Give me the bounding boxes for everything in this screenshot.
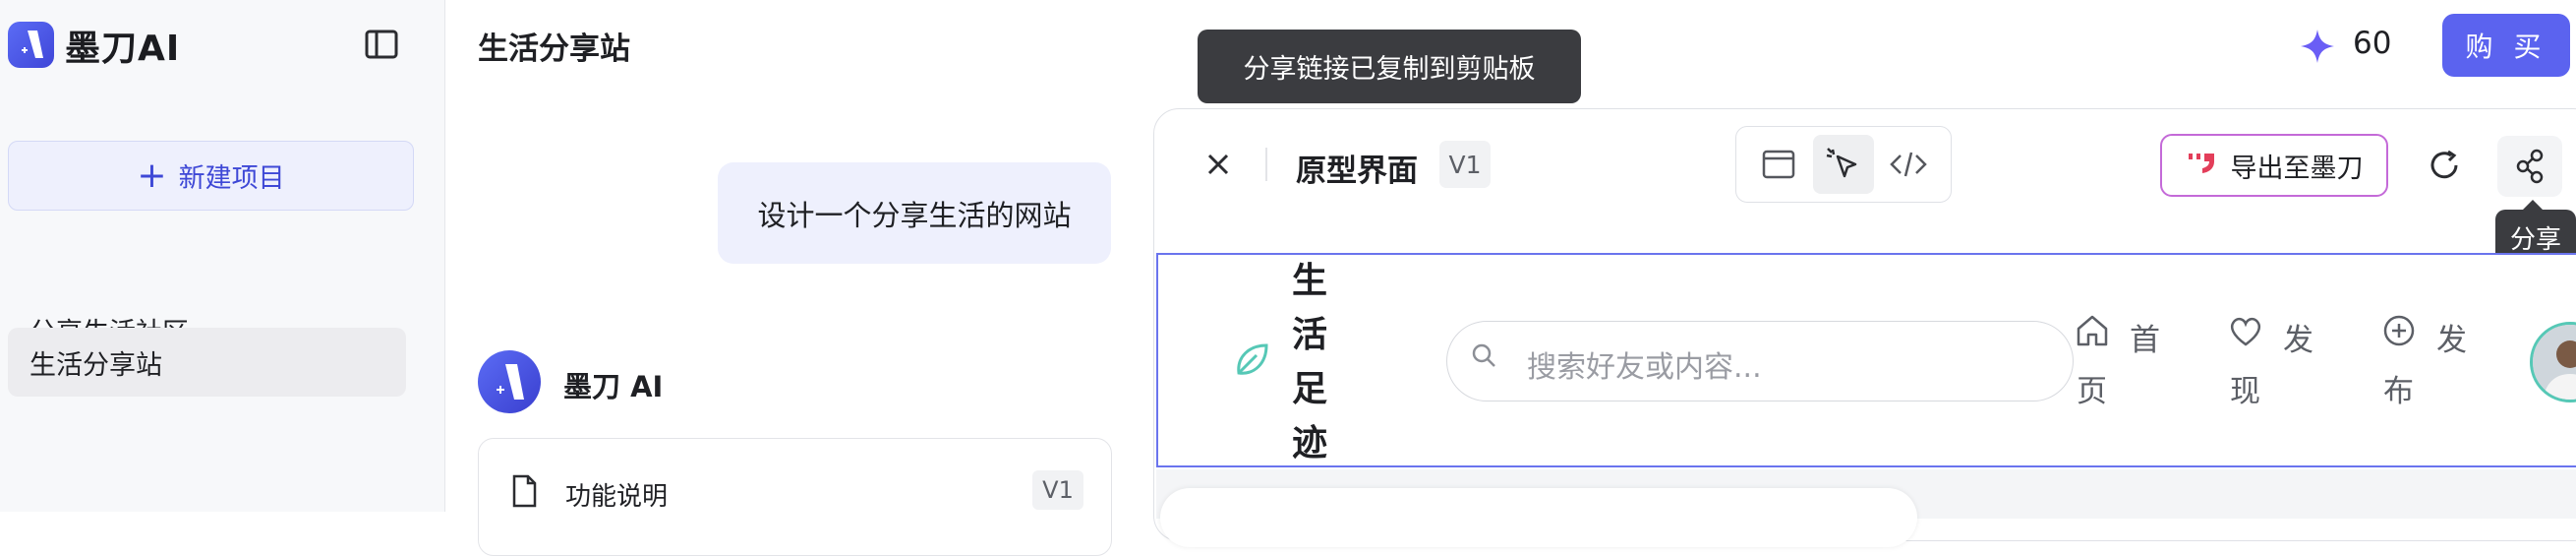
code-icon bbox=[1890, 152, 1927, 177]
refresh-icon[interactable] bbox=[2427, 148, 2462, 183]
toast-message: 分享链接已复制到剪贴板 bbox=[1198, 30, 1581, 103]
buy-button[interactable]: 购 买 bbox=[2442, 14, 2570, 77]
search-icon bbox=[1470, 341, 1499, 371]
feature-doc-label: 功能说明 bbox=[565, 482, 669, 512]
preview-title: 原型界面 bbox=[1296, 154, 1418, 189]
new-project-button[interactable]: + 新建项目 bbox=[8, 141, 414, 211]
sidebar-item-current[interactable]: 生活分享站 bbox=[8, 328, 406, 397]
export-label: 导出至墨刀 bbox=[2230, 153, 2364, 184]
credits-count: 60 bbox=[2353, 26, 2392, 61]
divider bbox=[1265, 148, 1267, 181]
user-message-text: 设计一个分享生活的网站 bbox=[757, 198, 1072, 232]
modao-logo-icon bbox=[2186, 150, 2217, 182]
select-mode-button[interactable] bbox=[1813, 135, 1874, 194]
plus-icon: + bbox=[137, 154, 167, 196]
export-button[interactable]: 导出至墨刀 bbox=[2160, 134, 2388, 197]
document-icon bbox=[511, 474, 537, 508]
nav-publish[interactable]: 发布 bbox=[2383, 315, 2472, 417]
share-button[interactable] bbox=[2497, 136, 2562, 197]
sparkle-icon bbox=[2299, 28, 2336, 65]
user-message: 设计一个分享生活的网站 bbox=[718, 162, 1111, 264]
nav-discover[interactable]: 发现 bbox=[2230, 315, 2318, 417]
logo-icon bbox=[8, 22, 54, 68]
preview-version: V1 bbox=[1439, 141, 1491, 188]
close-icon[interactable] bbox=[1201, 148, 1235, 181]
sidebar: 墨刀AI + 新建项目 分享生活社区 生活分享站 bbox=[0, 0, 445, 512]
code-mode-button[interactable] bbox=[1878, 135, 1939, 194]
sidebar-toggle-icon[interactable] bbox=[364, 28, 401, 63]
prototype-card bbox=[1160, 488, 1917, 547]
leaf-icon bbox=[1231, 338, 1274, 381]
page-title: 生活分享站 bbox=[478, 31, 630, 67]
search-placeholder: 搜索好友或内容... bbox=[1527, 350, 1762, 385]
sidebar-item-label: 生活分享站 bbox=[29, 349, 162, 381]
app-name: 墨刀AI bbox=[65, 29, 181, 69]
prototype-brand: 生活足迹 bbox=[1292, 261, 1328, 463]
assistant-name: 墨刀 AI bbox=[563, 370, 664, 403]
select-icon bbox=[1826, 148, 1857, 178]
feature-doc-version: V1 bbox=[1032, 470, 1083, 510]
new-project-label: 新建项目 bbox=[178, 163, 285, 194]
preview-icon bbox=[1762, 150, 1795, 179]
share-icon bbox=[2516, 149, 2544, 184]
view-mode-switch bbox=[1735, 126, 1952, 203]
assistant-avatar bbox=[478, 350, 541, 413]
nav-home[interactable]: 首页 bbox=[2077, 315, 2165, 417]
preview-mode-button[interactable] bbox=[1748, 135, 1809, 194]
